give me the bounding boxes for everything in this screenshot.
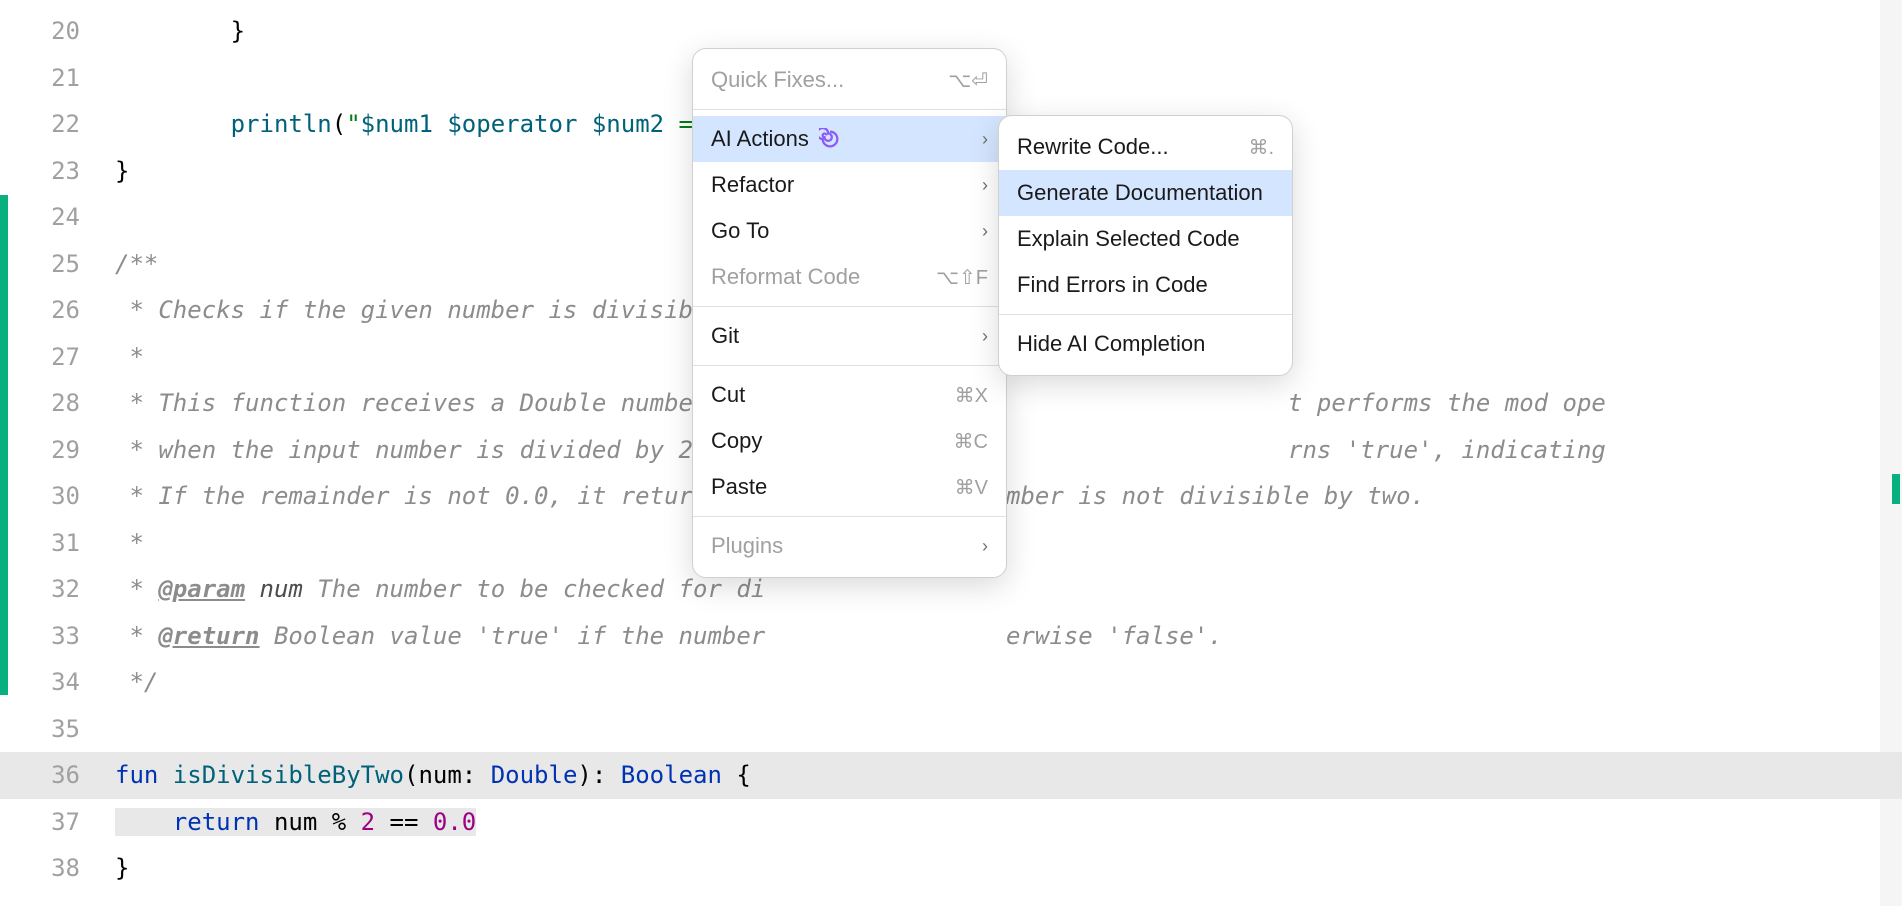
menu-label: AI Actions [711,126,841,152]
line-number[interactable]: 28 [0,380,110,427]
line-number[interactable]: 27 [0,334,110,381]
line-number[interactable]: 37 [0,799,110,846]
context-menu: Quick Fixes... ⌥⏎ AI Actions › Refactor … [692,48,1007,578]
menu-label: Copy [711,428,762,454]
menu-item-quick-fixes[interactable]: Quick Fixes... ⌥⏎ [693,57,1006,103]
menu-item-paste[interactable]: Paste ⌘V [693,464,1006,510]
ai-spiral-icon [819,128,841,150]
submenu-item-rewrite[interactable]: Rewrite Code... ⌘. [999,124,1292,170]
menu-label: Plugins [711,533,783,559]
line-number[interactable]: 23 [0,148,110,195]
menu-shortcut: ⌘X [955,383,988,408]
code-line: * @return Boolean value 'true' if the nu… [110,613,1902,660]
menu-shortcut: ⌘. [1248,135,1274,160]
code-line: return num % 2 == 0.0 [110,799,1902,846]
line-number[interactable]: 30 [0,473,110,520]
menu-separator [693,109,1006,110]
submenu-item-generate-doc[interactable]: Generate Documentation [999,170,1292,216]
menu-shortcut: ⌘V [955,475,988,500]
menu-label: Git [711,323,739,349]
menu-label: Hide AI Completion [1017,331,1205,357]
line-number[interactable]: 32 [0,566,110,613]
menu-separator [693,516,1006,517]
code-line: fun isDivisibleByTwo(num: Double): Boole… [110,752,1902,799]
menu-label: Reformat Code [711,264,860,290]
gutter: 20 21 22 23 24 25 26 27 28 29 30 31 32 3… [0,0,110,906]
code-line: } [110,845,1902,892]
menu-item-plugins[interactable]: Plugins › [693,523,1006,569]
chevron-right-icon: › [982,221,988,242]
menu-label: Go To [711,218,769,244]
menu-item-copy[interactable]: Copy ⌘C [693,418,1006,464]
line-number[interactable]: 29 [0,427,110,474]
code-line [110,706,1902,753]
code-line: } [110,8,1902,55]
menu-item-refactor[interactable]: Refactor › [693,162,1006,208]
chevron-right-icon: › [982,175,988,196]
line-number[interactable]: 22 [0,101,110,148]
ai-actions-submenu: Rewrite Code... ⌘. Generate Documentatio… [998,115,1293,376]
menu-label: Paste [711,474,767,500]
menu-shortcut: ⌘C [954,429,988,454]
submenu-item-hide-ai[interactable]: Hide AI Completion [999,321,1292,367]
menu-item-goto[interactable]: Go To › [693,208,1006,254]
menu-item-git[interactable]: Git › [693,313,1006,359]
line-number[interactable]: 33 [0,613,110,660]
menu-shortcut: ⌥⇧F [936,265,988,290]
line-number[interactable]: 20 [0,8,110,55]
line-number[interactable]: 21 [0,55,110,102]
menu-label: Rewrite Code... [1017,134,1169,160]
menu-item-ai-actions[interactable]: AI Actions › [693,116,1006,162]
chevron-right-icon: › [982,129,988,150]
line-number[interactable]: 36 [0,752,110,799]
menu-label: Quick Fixes... [711,67,844,93]
line-number[interactable]: 24 [0,194,110,241]
menu-label: Cut [711,382,745,408]
submenu-item-explain[interactable]: Explain Selected Code [999,216,1292,262]
menu-label: Refactor [711,172,794,198]
menu-separator [693,306,1006,307]
code-line: */ [110,659,1902,706]
code-line: * @param num The number to be checked fo… [110,566,1902,613]
line-number[interactable]: 38 [0,845,110,892]
menu-label: Explain Selected Code [1017,226,1240,252]
line-number[interactable]: 34 [0,659,110,706]
line-number[interactable]: 31 [0,520,110,567]
menu-item-cut[interactable]: Cut ⌘X [693,372,1006,418]
menu-separator [693,365,1006,366]
menu-item-reformat[interactable]: Reformat Code ⌥⇧F [693,254,1006,300]
menu-shortcut: ⌥⏎ [948,68,988,93]
submenu-item-find-errors[interactable]: Find Errors in Code [999,262,1292,308]
menu-label: Find Errors in Code [1017,272,1208,298]
menu-separator [999,314,1292,315]
menu-label: Generate Documentation [1017,180,1263,206]
chevron-right-icon: › [982,536,988,557]
line-number[interactable]: 25 [0,241,110,288]
line-number[interactable]: 26 [0,287,110,334]
line-number[interactable]: 35 [0,706,110,753]
chevron-right-icon: › [982,326,988,347]
